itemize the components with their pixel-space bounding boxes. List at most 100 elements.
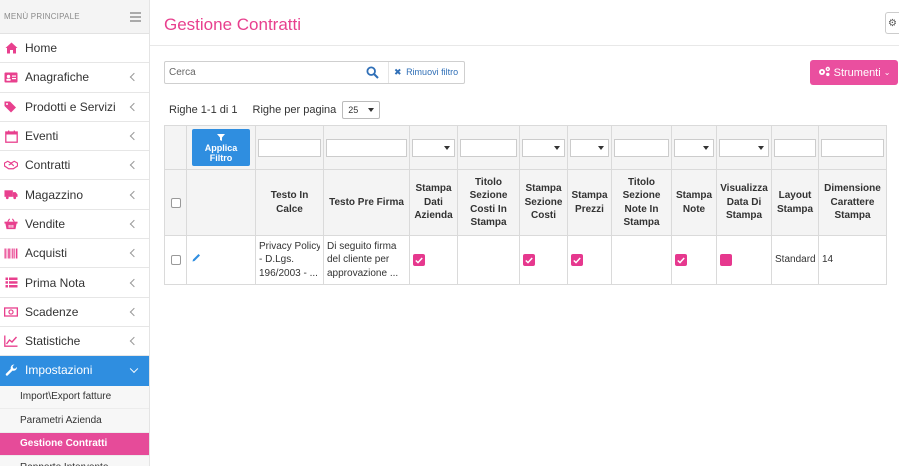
filter-stampa-dati-azienda-select[interactable] — [412, 138, 455, 157]
header-row: Testo In Calce Testo Pre Firma Stampa Da… — [164, 169, 887, 236]
column-header[interactable]: Stampa Dati Azienda — [409, 169, 458, 236]
cell-text-line: - D.Lgs. — [259, 254, 295, 266]
sidebar-item-label: Prima Nota — [25, 275, 86, 290]
sidebar-item-vendite[interactable]: Vendite — [0, 210, 149, 240]
rows-per-page-select[interactable]: 25 — [342, 101, 381, 119]
column-header[interactable]: Stampa Prezzi — [567, 169, 612, 236]
sidebar-item-acquisti[interactable]: Acquisti — [0, 239, 149, 269]
sidebar-item-impostazioni[interactable]: Impostazioni — [0, 356, 149, 386]
gears-icon — [818, 66, 831, 80]
search-icon[interactable] — [366, 66, 380, 80]
contracts-grid: Applica Filtro Testo In Calce Testo Pre … — [164, 125, 887, 285]
cell-text-line: Privacy Policy — [259, 240, 320, 252]
checked-checkbox-icon[interactable] — [675, 254, 687, 266]
top-bar: Gestione Contratti ⚙ — [150, 0, 899, 46]
checked-checkbox-icon[interactable] — [571, 254, 583, 266]
sidebar-item-anagrafiche[interactable]: Anagrafiche — [0, 63, 149, 93]
hamburger-menu-icon[interactable] — [130, 12, 141, 22]
select-all-checkbox[interactable] — [170, 197, 181, 208]
sidebar-item-label: Acquisti — [25, 246, 68, 261]
sidebar-item-prima-nota[interactable]: Prima Nota — [0, 268, 149, 298]
sidebar-item-label: Contratti — [25, 158, 71, 173]
caret-down-icon — [368, 108, 375, 112]
top-right-button[interactable]: ⚙ — [885, 12, 899, 34]
caret-down-icon — [758, 145, 764, 150]
edit-column-header — [186, 169, 256, 236]
sidebar-item-scadenze[interactable]: Scadenze — [0, 298, 149, 327]
apply-filter-label: Filtro — [209, 152, 233, 163]
apply-filter-button[interactable]: Applica Filtro — [192, 129, 250, 166]
unchecked-checkbox-icon[interactable] — [720, 254, 732, 266]
column-header[interactable]: Titolo Sezione Note In Stampa — [611, 169, 672, 236]
column-header[interactable]: Testo In Calce — [255, 169, 324, 236]
filter-visualizza-data-select[interactable] — [719, 138, 769, 157]
cell-text-line: del cliente per — [327, 254, 390, 266]
submenu-item-gestione-contratti[interactable]: Gestione Contratti — [0, 432, 149, 457]
table-row[interactable]: Privacy Policy - D.Lgs. 196/2003 - ... D… — [164, 235, 887, 285]
cell-titolo-sezione-note — [611, 235, 672, 285]
submenu-item-import-export-fatture[interactable]: Import\Export fatture — [0, 386, 149, 410]
apply-filter-label: Applica — [204, 142, 238, 153]
chevron-left-icon — [129, 102, 139, 111]
filter-testo-pre-firma-input[interactable] — [326, 138, 407, 157]
column-header[interactable]: Layout Stampa — [771, 169, 819, 236]
filter-cell — [457, 125, 520, 170]
sidebar-item-magazzino[interactable]: Magazzino — [0, 180, 149, 210]
tools-dropdown-button[interactable]: Strumenti ⌄ — [810, 60, 898, 85]
filter-cell — [323, 125, 410, 170]
column-header[interactable]: Stampa Note — [671, 169, 717, 236]
column-header[interactable]: Stampa Sezione Costi — [519, 169, 568, 236]
submenu-item-parametri-azienda[interactable]: Parametri Azienda — [0, 409, 149, 433]
filter-layout-stampa-input[interactable] — [774, 138, 816, 157]
column-header[interactable]: Dimensione Carattere Stampa — [818, 169, 887, 236]
filter-icon — [217, 133, 225, 143]
column-header[interactable]: Testo Pre Firma — [323, 169, 410, 236]
submenu-item-rapporto-intervento[interactable]: Rapporto Intervento — [0, 456, 149, 466]
search-input[interactable] — [165, 62, 380, 83]
remove-filter-link[interactable]: ✖ Rimuovi filtro — [394, 67, 458, 78]
money-icon — [4, 305, 18, 319]
sidebar: MENÙ PRINCIPALE Home Anagrafiche Prodott… — [0, 0, 150, 466]
cell-stampa-dati-azienda — [409, 235, 458, 285]
checked-checkbox-icon[interactable] — [523, 254, 535, 266]
sidebar-item-label: Vendite — [25, 216, 66, 231]
chevron-left-icon — [129, 219, 139, 229]
sidebar-item-home[interactable]: Home — [0, 34, 149, 64]
filter-cell — [716, 125, 772, 170]
home-icon — [4, 41, 18, 55]
column-header[interactable]: Titolo Sezione Costi In Stampa — [457, 169, 520, 236]
row-checkbox[interactable] — [170, 255, 181, 265]
filter-titolo-sezione-note-input[interactable] — [614, 138, 669, 157]
row-edit-cell — [186, 235, 256, 285]
chevron-left-icon — [129, 131, 139, 141]
chevron-left-icon — [129, 73, 139, 82]
column-header[interactable]: Visualizza Data Di Stampa — [716, 169, 772, 236]
filter-cell — [409, 125, 458, 170]
filter-testo-in-calce-input[interactable] — [258, 138, 321, 157]
sidebar-header-label: MENÙ PRINCIPALE — [4, 12, 80, 21]
rows-info: Righe 1-1 di 1 — [169, 104, 238, 116]
filter-dimensione-carattere-input[interactable] — [821, 138, 884, 157]
chevron-left-icon — [129, 307, 139, 317]
sidebar-item-label: Anagrafiche — [25, 70, 90, 85]
filter-stampa-sezione-costi-select[interactable] — [522, 138, 565, 157]
cell-visualizza-data — [716, 235, 772, 285]
chevron-left-icon — [129, 278, 139, 287]
sidebar-item-statistiche[interactable]: Statistiche — [0, 327, 149, 357]
caret-down-icon — [554, 145, 560, 150]
filter-stampa-note-select[interactable] — [674, 138, 714, 157]
cell-stampa-note — [671, 235, 717, 285]
sidebar-item-label: Magazzino — [25, 187, 84, 202]
cell-dimensione-carattere: 14 — [818, 235, 887, 285]
sidebar-item-eventi[interactable]: Eventi — [0, 122, 149, 152]
caret-down-icon — [444, 145, 450, 150]
checked-checkbox-icon[interactable] — [413, 254, 425, 266]
pencil-icon[interactable] — [192, 254, 201, 265]
sidebar-item-prodotti-e-servizi[interactable]: Prodotti e Servizi — [0, 93, 149, 122]
filter-cell — [255, 125, 324, 170]
shopping-basket-icon — [4, 217, 18, 231]
filter-stampa-prezzi-select[interactable] — [570, 138, 609, 157]
filter-titolo-sezione-costi-input[interactable] — [460, 138, 517, 157]
sidebar-item-contratti[interactable]: Contratti — [0, 151, 149, 181]
handshake-icon — [4, 158, 18, 172]
